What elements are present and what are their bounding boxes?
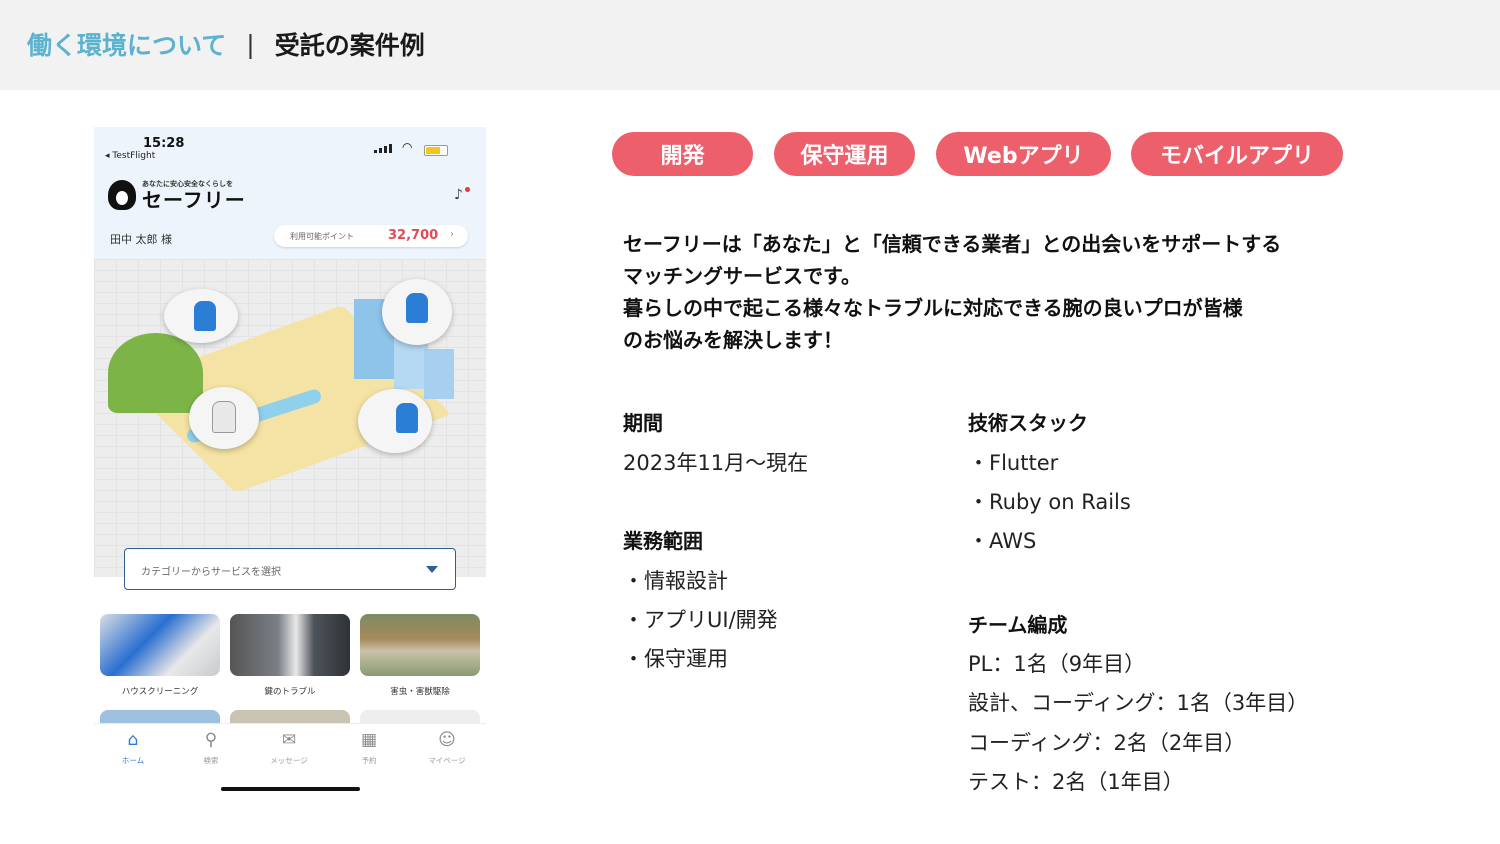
tab-label: メッセージ: [270, 756, 308, 765]
bottom-tab-bar: ⌂ ホーム ⚲ 検索 ✉ メッセージ ▦ 予約 ☺ マイページ: [94, 723, 486, 774]
description-line: マッチングサービスです。: [623, 264, 861, 288]
description-line: のお悩みを解決します！: [623, 328, 843, 352]
wifi-icon: ◠: [402, 140, 413, 154]
project-description: セーフリーは「あなた」と「信頼できる業者」との出会いをサポートする マッチングサ…: [623, 228, 1343, 356]
team-heading: チーム編成: [968, 613, 1068, 637]
tab-mypage[interactable]: ☺ マイページ: [408, 730, 486, 766]
category-card-key-trouble[interactable]: 鍵のトラブル: [230, 614, 350, 697]
app-brand: セーフリー: [142, 188, 246, 212]
notification-badge: [465, 187, 470, 192]
status-time: 15:28: [143, 136, 185, 151]
tab-label: 予約: [361, 756, 377, 765]
category-image: [100, 614, 220, 676]
tag-maintenance: 保守運用: [774, 132, 915, 176]
tech-item: ・AWS: [968, 529, 1037, 553]
category-label: ハウスクリーニング: [121, 687, 199, 697]
tab-message[interactable]: ✉ メッセージ: [250, 730, 328, 766]
tab-reservation[interactable]: ▦ 予約: [330, 730, 408, 766]
points-button[interactable]: 利用可能ポイント 32,700 ›: [274, 225, 468, 247]
message-icon: ✉: [281, 730, 297, 750]
home-indicator: [221, 787, 360, 791]
service-bubble: [358, 389, 432, 453]
category-card-pest-control[interactable]: 害虫・害獣駆除: [360, 614, 480, 697]
period-value: 2023年11月〜現在: [623, 451, 809, 475]
tab-home[interactable]: ⌂ ホーム: [94, 730, 172, 766]
chevron-down-icon: [426, 566, 438, 573]
hero-illustration: あなたに安心安全なくらしを セーフリー: [94, 259, 486, 577]
penguin-logo-icon: [108, 180, 136, 210]
points-label: 利用可能ポイント: [290, 232, 354, 241]
calendar-icon: ▦: [360, 730, 378, 750]
page-header: 働く環境について | 受託の案件例: [0, 0, 1500, 90]
scope-item: ・アプリUI/開発: [623, 608, 778, 632]
tag-web-app: Webアプリ: [936, 132, 1111, 176]
title-separator: |: [246, 29, 255, 59]
team-item: コーディング：2名（2年目）: [968, 731, 1246, 755]
worker-figure: [212, 401, 236, 433]
category-label: 害虫・害獣駆除: [390, 687, 450, 697]
page-subtitle: 受託の案件例: [274, 31, 425, 60]
category-label: 鍵のトラブル: [264, 687, 316, 697]
category-image: [360, 614, 480, 676]
category-image: [230, 614, 350, 676]
tab-label: 検索: [203, 756, 219, 765]
notification-bell-icon[interactable]: ♪: [454, 187, 463, 203]
battery-icon: [424, 145, 448, 156]
category-select-placeholder: カテゴリーからサービスを選択: [141, 567, 281, 578]
hill-shape: [108, 333, 203, 413]
tech-item: ・Flutter: [968, 451, 1059, 475]
worker-figure: [396, 403, 418, 433]
category-card-partial[interactable]: [360, 710, 480, 724]
section-label: 働く環境について: [27, 31, 227, 60]
tech-item: ・Ruby on Rails: [968, 490, 1131, 514]
team-item: テスト：2名（1年目）: [968, 770, 1184, 794]
scope-heading: 業務範囲: [623, 529, 703, 553]
scope-item: ・情報設計: [623, 569, 728, 593]
team-item: PL：1名（9年目）: [968, 652, 1146, 676]
worker-figure: [406, 293, 428, 323]
tab-label: マイページ: [428, 756, 466, 765]
search-icon: ⚲: [204, 730, 218, 750]
description-line: セーフリーは「あなた」と「信頼できる業者」との出会いをサポートする: [623, 232, 1282, 256]
category-card-partial[interactable]: [230, 710, 350, 724]
status-bar: 15:28 ◂ TestFlight ◠: [94, 127, 486, 167]
worker-figure: [194, 301, 216, 331]
tab-search[interactable]: ⚲ 検索: [172, 730, 250, 766]
description-line: 暮らしの中で起こる様々なトラブルに対応できる腕の良いプロが皆様: [623, 296, 1243, 320]
signal-icon: [374, 144, 392, 153]
user-row: 田中 太郎 様 利用可能ポイント 32,700 ›: [94, 219, 486, 259]
category-card-partial[interactable]: [100, 710, 220, 724]
user-icon: ☺: [438, 730, 456, 750]
app-header: あなたに安心安全なくらしを セーフリー ♪: [94, 167, 486, 219]
tag-mobile-app: モバイルアプリ: [1131, 132, 1343, 176]
building-shape: [424, 349, 454, 399]
chevron-right-icon: ›: [450, 229, 454, 240]
scope-item: ・保守運用: [623, 647, 728, 671]
testflight-back-link[interactable]: ◂ TestFlight: [105, 151, 155, 161]
category-select[interactable]: カテゴリーからサービスを選択: [124, 548, 456, 590]
app-logo: あなたに安心安全なくらしを セーフリー: [108, 179, 246, 211]
points-value: 32,700: [388, 228, 439, 243]
period-heading: 期間: [623, 411, 663, 435]
tech-heading: 技術スタック: [968, 411, 1088, 435]
page-title: 働く環境について | 受託の案件例: [27, 26, 425, 62]
team-item: 設計、コーディング：1名（3年目）: [968, 691, 1309, 715]
user-name: 田中 太郎 様: [110, 233, 172, 246]
home-icon: ⌂: [127, 730, 139, 750]
phone-screenshot: 15:28 ◂ TestFlight ◠ あなたに安心安全なくらしを セーフリー…: [94, 127, 486, 797]
category-card-house-cleaning[interactable]: ハウスクリーニング: [100, 614, 220, 697]
tag-development: 開発: [612, 132, 753, 176]
tab-label: ホーム: [121, 756, 145, 765]
